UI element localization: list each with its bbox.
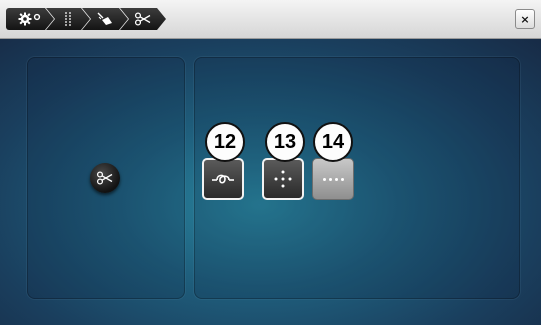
- screen: × 12 13 14: [0, 0, 541, 325]
- scissors-icon: [134, 12, 152, 26]
- stitch-pattern-button[interactable]: [262, 158, 304, 200]
- tie-off-stitch-button[interactable]: [312, 158, 354, 200]
- dot-cross-icon: [274, 170, 292, 188]
- dotted-line-icon: [322, 177, 344, 181]
- breadcrumb-settings[interactable]: [6, 8, 54, 30]
- close-icon: ×: [520, 12, 530, 26]
- thread-cutter-button[interactable]: [90, 163, 120, 193]
- top-bar: ×: [0, 0, 541, 39]
- close-button[interactable]: ×: [515, 9, 535, 29]
- securing-stitch-button[interactable]: [202, 158, 244, 200]
- thread-knot-icon: [212, 174, 234, 184]
- settings-icon: [18, 12, 42, 26]
- badge-13: 13: [265, 122, 305, 162]
- stitch-line-icon: [63, 11, 73, 27]
- badge-14: 14: [313, 122, 353, 162]
- sewing-foot-icon: [96, 11, 114, 27]
- scissors-icon: [96, 171, 113, 185]
- badge-12: 12: [205, 122, 245, 162]
